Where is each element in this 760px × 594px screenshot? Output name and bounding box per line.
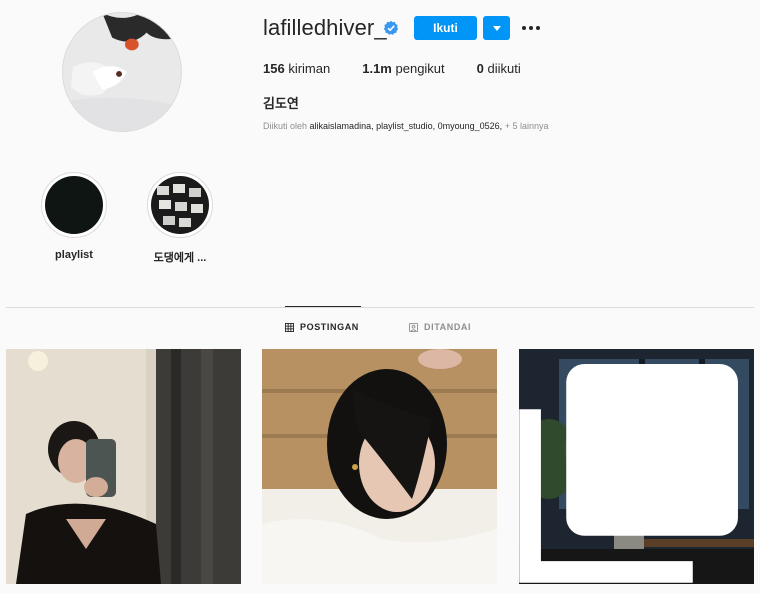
stat-followers-label: pengikut [395,61,445,76]
followed-by-names[interactable]: alikaislamadina, playlist_studio, 0myoun… [310,121,503,131]
more-options-icon[interactable] [521,18,541,38]
highlight-cover [45,176,103,234]
highlight-ring [41,172,107,238]
highlight-playlist[interactable]: playlist [34,172,114,261]
stat-posts-count: 156 [263,61,285,76]
suggestions-dropdown-button[interactable] [483,16,510,40]
active-tab-indicator [285,306,361,307]
followed-by-text[interactable]: Diikuti oleh alikaislamadina, playlist_s… [263,121,548,131]
stat-followers[interactable]: 1.1m pengikut [362,61,444,76]
tagged-icon [409,322,418,332]
follow-button[interactable]: Ikuti [414,16,477,40]
stat-following[interactable]: 0 diikuti [477,61,521,76]
post-thumbnail-3[interactable] [519,349,754,584]
profile-username: lafilledhiver_ [263,15,387,40]
stat-followers-count: 1.1m [362,61,392,76]
highlight-label: 도댕에게 ... [153,252,207,264]
profile-avatar[interactable] [62,12,182,132]
post-thumbnail-2[interactable] [262,349,497,584]
multiple-photos-icon [519,364,738,583]
stat-following-count: 0 [476,61,484,76]
highlight-ring [147,172,213,238]
highlight-second[interactable]: 도댕에게 ... [140,172,220,265]
verified-badge-icon [383,20,399,35]
followed-by-more[interactable]: + 5 lainnya [505,121,549,131]
followed-by-prefix: Diikuti oleh [263,121,308,131]
stat-posts: 156 kiriman [263,61,330,76]
post-thumbnail-1[interactable] [6,349,241,584]
tabs-divider [6,307,754,308]
tab-posts[interactable]: POSTINGAN [285,322,359,332]
highlight-cover [151,176,209,234]
post-image [6,349,241,584]
profile-stats: 156 kiriman 1.1m pengikut 0 diikuti [263,61,553,76]
tab-posts-label: POSTINGAN [300,322,359,332]
avatar-image [63,13,181,131]
tab-tagged-label: DITANDAI [424,322,472,332]
tab-tagged[interactable]: DITANDAI [409,322,471,332]
profile-full-name: 김도연 [263,96,299,111]
stat-posts-label: kiriman [288,61,331,76]
grid-icon [285,322,294,332]
chevron-down-icon [493,26,501,31]
highlight-label: playlist [55,249,93,261]
post-image [262,349,497,584]
stat-following-label: diikuti [487,61,521,76]
